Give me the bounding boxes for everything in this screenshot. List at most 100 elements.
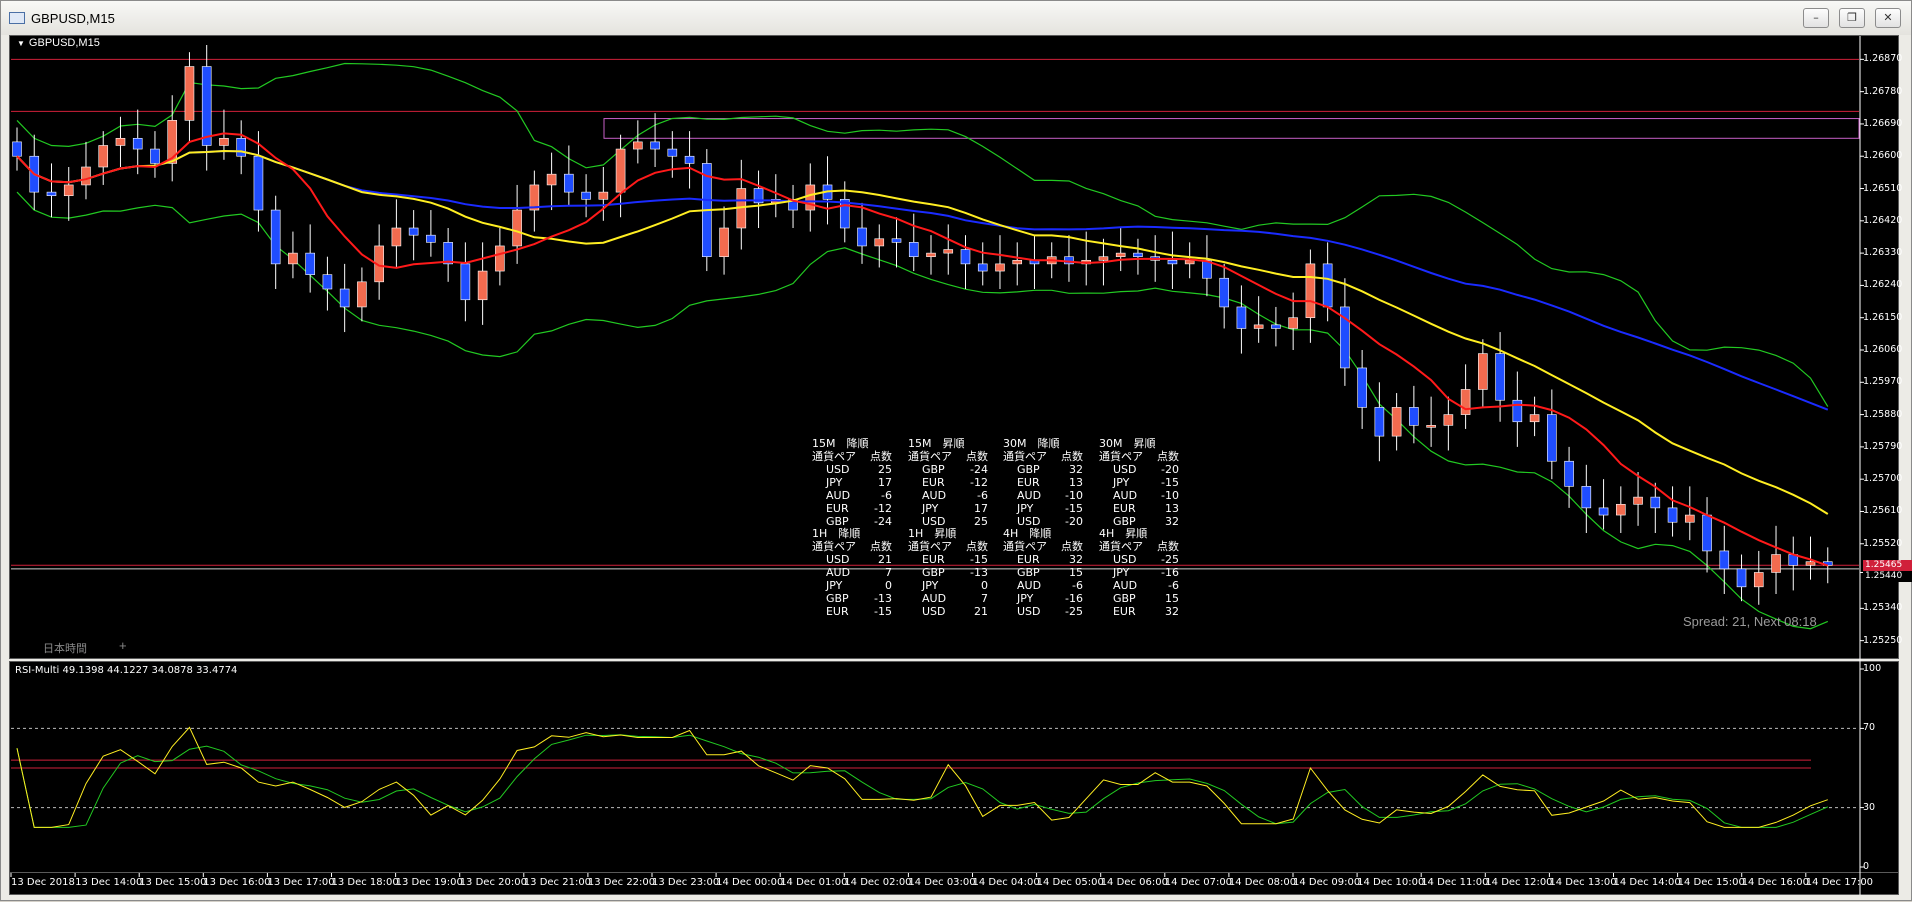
table-cell: 点数 [1157,540,1179,553]
time-axis-label: 13 Dec 19:00 [395,877,463,888]
table-row: GBP -13 [908,566,988,579]
price-scale-label: 1.26240 [1863,279,1903,291]
price-scale-label: 1.25520 [1863,537,1903,549]
bearish-candle [1564,460,1574,487]
table-cell: 通貨ペア [908,450,952,463]
bearish-candle [1133,252,1143,258]
table-row: JPY 17 [812,476,892,489]
add-tab-button[interactable]: + [119,638,127,653]
time-axis-label: 14 Dec 10:00 [1357,877,1425,888]
dropdown-triangle-icon[interactable]: ▼ [17,39,25,48]
bearish-candle [1736,568,1747,588]
table-cell: 点数 [1157,450,1179,463]
time-axis-label: 13 Dec 21:00 [523,877,592,888]
table-cell: 通貨ペア [812,540,856,553]
time-axis-label: 14 Dec 04:00 [972,877,1040,888]
bullish-candle [805,184,816,211]
table-cell: 15 [1069,566,1083,579]
table-cell: GBP [1003,463,1040,476]
table-row: JPY -15 [1099,476,1179,489]
bearish-candle [1322,263,1333,308]
bearish-candle [977,263,988,272]
table-row: AUD -10 [1099,489,1179,502]
table-cell: -15 [1065,502,1083,515]
table-cell: -13 [874,592,892,605]
table-cell: -25 [1065,605,1083,618]
bullish-candle [1460,389,1471,415]
timezone-tab[interactable]: 日本時間 [43,640,87,656]
table-row: AUD 7 [908,592,988,605]
bearish-candle [150,148,160,164]
bullish-candle [1253,324,1264,329]
bullish-candle [1098,256,1109,261]
zone-rectangle [603,118,1860,139]
price-scale-label: 1.26420 [1863,214,1903,226]
time-axis-label: 14 Dec 15:00 [1677,877,1745,888]
table-cell: 点数 [1061,540,1083,553]
bullish-candle [926,252,936,258]
chart-window: GBPUSD,M15 – ❐ ✕ ▼ GBPUSD,M15 日本時間 + Spre… [0,0,1912,901]
bullish-candle [1805,561,1816,566]
bullish-candle [1443,414,1454,426]
bullish-candle [115,137,126,146]
bearish-candle [408,227,419,236]
bullish-candle [1753,572,1764,588]
table-cell: EUR [812,502,849,515]
table-row: USD 21 [908,605,988,618]
table-row: EUR -15 [812,605,892,618]
rsi-indicator-label[interactable]: RSI-Multi 49.1398 44.1227 34.0878 33.477… [15,665,237,676]
bearish-candle [908,242,919,258]
bearish-candle [1667,507,1678,523]
bearish-candle [305,252,315,275]
time-axis-label: 13 Dec 16:00 [203,877,271,888]
table-cell: JPY [1003,502,1034,515]
table-cell: 15 [1165,592,1179,605]
table-cell: 21 [974,605,988,618]
price-scale-label: 1.26330 [1863,247,1903,259]
bearish-candle [253,155,264,211]
rsi-line-2 [16,734,1829,828]
table-cell: AUD [812,489,851,502]
bullish-candle [719,227,729,258]
table-cell: -24 [970,463,988,476]
bearish-candle [960,249,971,265]
table-cell: -12 [874,502,892,515]
bearish-candle [1512,399,1523,423]
table-cell: JPY [1099,476,1130,489]
table-row: JPY 0 [812,579,892,592]
table-cell: GBP [812,592,849,605]
time-axis-label: 13 Dec 18:00 [331,877,399,888]
table-cell: 0 [885,579,892,592]
table-row: EUR 13 [1099,502,1179,515]
table-cell: JPY [812,579,843,592]
table-cell: EUR [1099,605,1136,618]
time-axis-label: 14 Dec 02:00 [844,877,912,888]
strength-table: 4H 降順 通貨ペア 点数 EUR 32 GBP 15 AUD -6 JPY -16 USD… [1003,527,1083,618]
table-title: 15M 昇順 [908,437,965,450]
bullish-candle [477,270,488,301]
strength-table: 30M 降順 通貨ペア 点数 GBP 32 EUR 13 AUD -10 JPY -15 U… [1003,437,1083,528]
time-axis-label: 14 Dec 08:00 [1228,877,1297,888]
price-scale-label: 1.25610 [1863,505,1903,517]
table-cell: -6 [881,489,892,502]
table-row: EUR -15 [908,553,988,566]
table-cell: 7 [981,592,988,605]
table-row: USD -20 [1099,463,1179,476]
chart-symbol-label[interactable]: ▼ GBPUSD,M15 [17,37,100,49]
table-row: JPY 0 [908,579,988,592]
table-cell: JPY [1003,592,1034,605]
table-row: JPY -15 [1003,502,1083,515]
table-cell: 17 [974,502,988,515]
bearish-candle [1271,324,1281,329]
table-cell: -12 [970,476,988,489]
price-scale-label: 1.26780 [1863,85,1903,97]
time-axis-label: 14 Dec 00:00 [716,877,784,888]
table-cell: -15 [874,605,892,618]
time-axis-label: 13 Dec 14:00 [75,877,143,888]
table-header: 通貨ペア 点数 [908,450,988,463]
table-cell: USD [812,463,850,476]
table-row: AUD -6 [812,489,892,502]
table-cell: 点数 [1061,450,1083,463]
bullish-candle [219,137,229,146]
bearish-candle [857,227,867,247]
